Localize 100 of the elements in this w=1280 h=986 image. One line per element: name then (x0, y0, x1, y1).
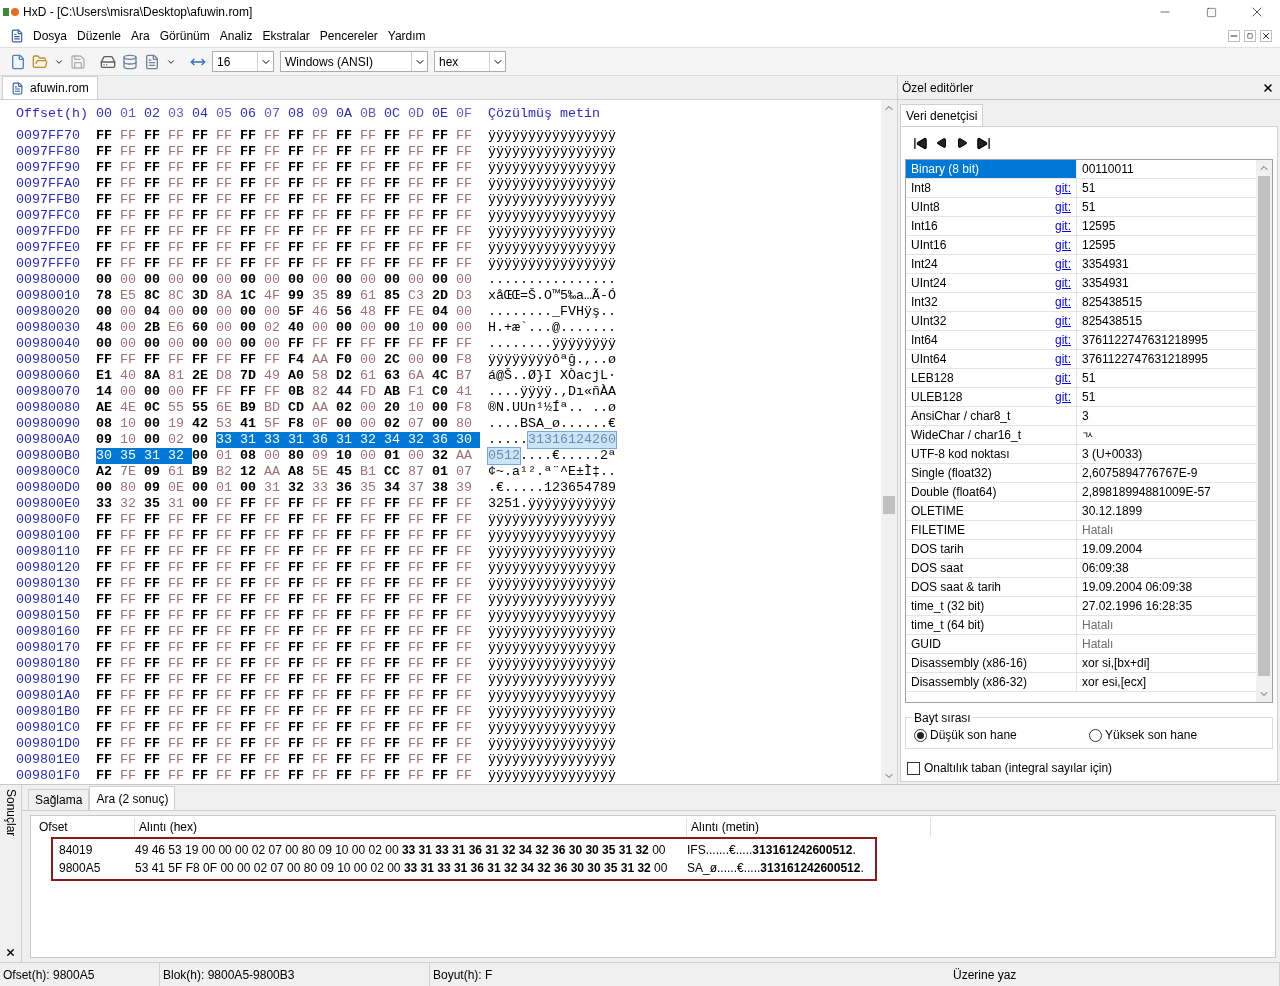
row-offset: 0097FFC0 (16, 208, 80, 224)
menu-item[interactable]: Yardım (382, 26, 431, 45)
field-name[interactable]: UInt64 git: (906, 350, 1077, 368)
field-name[interactable]: UInt16 git: (906, 236, 1077, 254)
decoded-text: ÿÿÿÿÿÿÿÿÿÿÿÿÿÿÿÿ (488, 592, 616, 608)
row-offset: 009800A0 (16, 432, 80, 448)
encoding-dropdown[interactable]: Windows (ANSI) (280, 51, 428, 72)
open-folder-icon[interactable] (32, 53, 48, 70)
status-text: Blok(h): 9800A5-9800B3 (163, 966, 295, 984)
field-name[interactable]: Int32 git: (906, 293, 1077, 311)
goto-link[interactable]: git: (1055, 369, 1071, 387)
inspector-scrollbar[interactable] (1256, 160, 1272, 702)
field-name[interactable]: Double (float64) (906, 483, 1077, 501)
field-value: Hatalı (1081, 636, 1115, 653)
last-icon[interactable] (976, 135, 991, 151)
row-offset: 009801A0 (16, 688, 80, 704)
first-icon[interactable] (913, 135, 928, 151)
row-offset: 009801C0 (16, 720, 80, 736)
hex-bytes: 09 10 00 02 00 (96, 432, 209, 448)
document-icon[interactable] (10, 28, 24, 43)
field-name[interactable]: DOS saat & tarih (906, 578, 1077, 596)
goto-link[interactable]: git: (1055, 217, 1071, 235)
row-offset: 009801D0 (16, 736, 80, 752)
field-name[interactable]: UInt8 git: (906, 198, 1077, 216)
hex-bytes: FF FF FF FF FF FF FF FF FF FF FF FF FF FF FF FF (96, 576, 473, 592)
goto-link[interactable]: git: (1055, 236, 1071, 254)
field-name[interactable]: DOS tarih (906, 540, 1077, 558)
decoded-text: ....€.....2ª (520, 448, 616, 464)
row-offset: 0097FF70 (16, 128, 80, 144)
field-name[interactable]: FILETIME (906, 521, 1077, 539)
decoded-text: ÿÿÿÿÿÿÿÿÿÿÿÿÿÿÿÿ (488, 160, 616, 176)
goto-link[interactable]: git: (1055, 331, 1071, 349)
field-value: 27.02.1996 16:28:35 (1081, 598, 1194, 615)
decoded-text: ÿÿÿÿÿÿÿÿÿÿÿÿÿÿÿÿ (488, 752, 616, 768)
scroll-thumb[interactable] (1258, 176, 1270, 676)
field-name[interactable]: DOS saat (906, 559, 1077, 577)
previous-icon[interactable] (936, 137, 948, 149)
mdi-minimize-icon[interactable] (1228, 29, 1240, 42)
hex-bytes: 78 E5 8C 8C 3D 8A 1C 4F 99 35 89 61 85 C3 2D D3 (96, 288, 473, 304)
field-name[interactable]: UInt24 git: (906, 274, 1077, 292)
save-icon[interactable] (70, 53, 86, 70)
field-name[interactable]: time_t (64 bit) (906, 616, 1077, 634)
field-name[interactable]: Int64 git: (906, 331, 1077, 349)
checkbox[interactable] (907, 761, 920, 775)
inspector-tab[interactable]: Veri denetçisi (900, 104, 984, 126)
results-tab[interactable]: Ara (2 sonuç) (89, 786, 176, 810)
new-file-icon[interactable] (10, 53, 26, 70)
file-icon[interactable] (144, 53, 160, 70)
row-offset: 009800D0 (16, 480, 80, 496)
field-name[interactable]: time_t (32 bit) (906, 597, 1077, 615)
field-name[interactable]: Binary (8 bit) (906, 160, 1077, 178)
goto-link[interactable]: git: (1055, 179, 1071, 197)
goto-link[interactable]: git: (1055, 312, 1071, 330)
memory-icon[interactable] (122, 53, 138, 70)
decoded-text: ÿÿÿÿÿÿÿÿÿÿÿÿÿÿÿÿ (488, 176, 616, 192)
menu-item[interactable]: Analiz (214, 26, 258, 45)
results-tab[interactable]: Sağlama (28, 789, 90, 810)
menu-item[interactable]: Görünüm (154, 26, 215, 45)
field-name[interactable]: UInt32 git: (906, 312, 1077, 330)
document-tab[interactable]: afuwin.rom (2, 76, 98, 99)
field-name[interactable]: Int16 git: (906, 217, 1077, 235)
field-name[interactable]: OLETIME (906, 502, 1077, 520)
hex-scrollbar[interactable] (881, 100, 897, 784)
bytes-per-row-dropdown[interactable]: 16 (212, 51, 274, 72)
field-name[interactable]: Single (float32) (906, 464, 1077, 482)
field-name[interactable]: UTF-8 kod noktası (906, 445, 1077, 463)
field-name[interactable]: AnsiChar / char8_t (906, 407, 1077, 425)
menu-item[interactable]: Ekstralar (257, 26, 315, 45)
menu-item[interactable]: Pencereler (314, 26, 383, 45)
field-value: Hatalı (1081, 617, 1115, 634)
menu-item[interactable]: Düzenle (72, 26, 127, 45)
checkbox-option[interactable]: Onaltılık taban (integral sayılar için) (907, 759, 1273, 777)
row-offset: 00980000 (16, 272, 80, 288)
close-icon[interactable] (1262, 81, 1274, 94)
field-value: 00110011 (1081, 161, 1135, 178)
field-name[interactable]: LEB128 git: (906, 369, 1077, 387)
field-name[interactable]: Int8 git: (906, 179, 1077, 197)
goto-link[interactable]: git: (1055, 198, 1071, 216)
radio-option[interactable]: Düşük son hane (914, 726, 1089, 744)
field-name[interactable]: WideChar / char16_t (906, 426, 1077, 444)
field-name[interactable]: Int24 git: (906, 255, 1077, 273)
number-base-dropdown[interactable]: hex (434, 51, 506, 72)
goto-link[interactable]: git: (1055, 255, 1071, 273)
field-name[interactable]: Disassembly (x86-32) (906, 673, 1077, 691)
next-icon[interactable] (956, 137, 968, 149)
field-name[interactable]: GUID (906, 635, 1077, 653)
field-name[interactable]: Disassembly (x86-16) (906, 654, 1077, 672)
scroll-thumb[interactable] (883, 496, 895, 514)
field-value: 19.09.2004 06:09:38 (1081, 579, 1194, 596)
radio-option[interactable]: Yüksek son hane (1089, 726, 1264, 744)
menu-item[interactable]: Dosya (28, 26, 72, 45)
goto-link[interactable]: git: (1055, 293, 1071, 311)
close-icon[interactable] (5, 947, 16, 958)
goto-link[interactable]: git: (1055, 350, 1071, 368)
menu-item[interactable]: Ara (126, 26, 155, 45)
field-name[interactable]: ULEB128 git: (906, 388, 1077, 406)
row-offset: 0097FFE0 (16, 240, 80, 256)
mdi-close-icon[interactable] (1260, 29, 1272, 42)
goto-link[interactable]: git: (1055, 388, 1071, 406)
goto-link[interactable]: git: (1055, 274, 1071, 292)
